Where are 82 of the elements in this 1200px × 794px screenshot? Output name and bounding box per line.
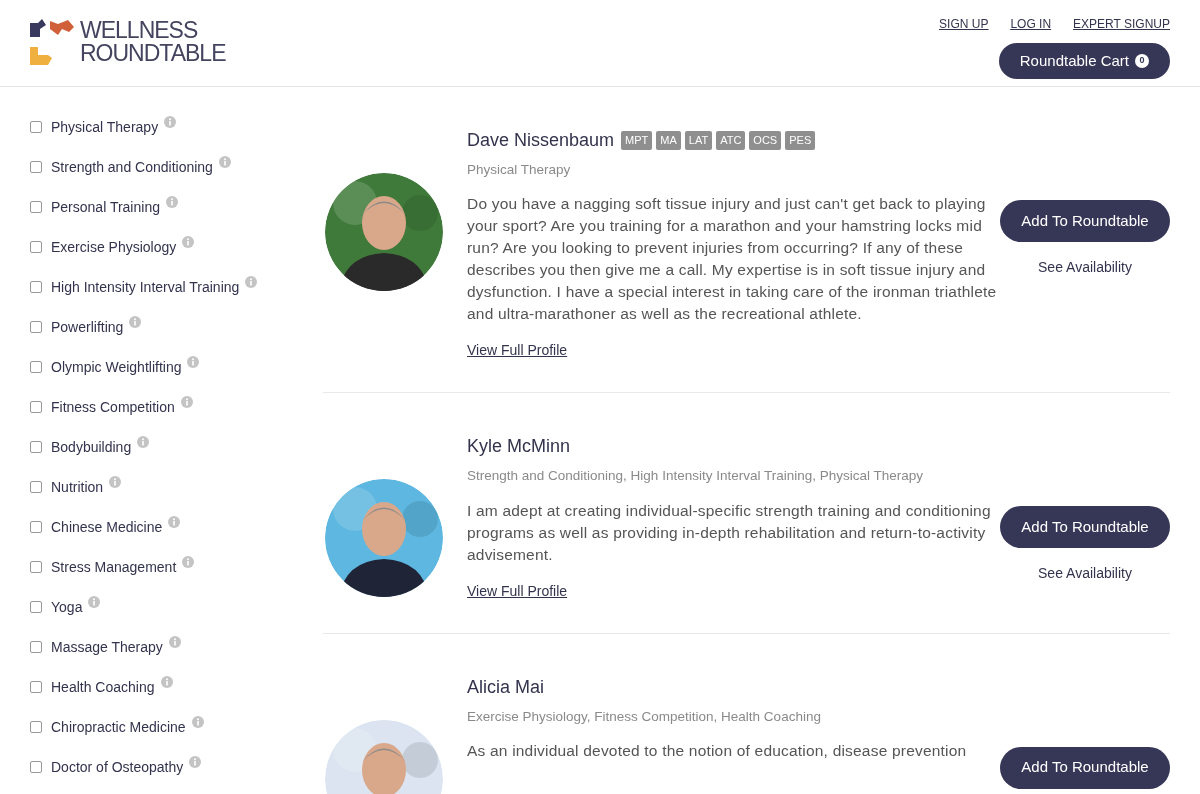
credential-tag: MA xyxy=(656,131,681,150)
expert-name[interactable]: Kyle McMinn xyxy=(467,433,571,461)
filter-checkbox[interactable] xyxy=(30,601,42,613)
filter-label[interactable]: Chiropractic Medicine xyxy=(51,716,186,738)
filter-label[interactable]: Exercise Physiology xyxy=(51,236,177,258)
specialties: Physical Therapy xyxy=(467,161,572,179)
logo-text: ROUNDTABLE xyxy=(80,42,226,65)
cart-button[interactable]: Roundtable Cart 0 xyxy=(998,43,1170,79)
nav-link[interactable]: SIGN UP xyxy=(939,15,989,33)
info-icon[interactable] xyxy=(160,676,173,688)
info-icon[interactable] xyxy=(164,116,177,128)
info-icon[interactable] xyxy=(191,716,204,728)
availability-link[interactable]: See Availability xyxy=(1038,257,1132,278)
filter-label[interactable]: Personal Training xyxy=(51,196,160,218)
credential-tag: MPT xyxy=(621,131,653,150)
filter-label[interactable]: High Intensity Interval Training xyxy=(51,276,240,298)
filter-checkbox[interactable] xyxy=(30,161,42,173)
availability-link[interactable]: See Availability xyxy=(1038,563,1132,585)
info-icon[interactable] xyxy=(182,556,195,568)
filter-label[interactable]: Stress Management xyxy=(51,556,177,578)
info-icon[interactable] xyxy=(182,236,195,248)
specialties: Strength and Conditioning, High Intensity Interval Training, Physical Therapy xyxy=(467,467,924,486)
add-button[interactable]: Add To Roundtable xyxy=(1000,200,1170,242)
info-icon[interactable] xyxy=(165,196,178,208)
expert-bio: As an individual devoted to the notion of education, disease prevention xyxy=(467,740,968,761)
filter-label[interactable]: Yoga xyxy=(51,596,83,618)
filter-label[interactable]: Strength and Conditioning xyxy=(51,156,213,178)
info-icon[interactable] xyxy=(137,436,150,448)
filter-checkbox[interactable] xyxy=(30,361,42,373)
info-icon[interactable] xyxy=(218,156,231,168)
credential-tag: ATC xyxy=(716,131,746,150)
add-button[interactable]: Add To Roundtable xyxy=(1000,746,1170,789)
expert-name[interactable]: Alicia Mai xyxy=(467,673,545,701)
filter-checkbox[interactable] xyxy=(30,241,42,253)
info-icon[interactable] xyxy=(187,356,200,368)
filter-checkbox[interactable] xyxy=(30,441,42,453)
filter-label[interactable]: Bodybuilding xyxy=(51,436,132,458)
info-icon[interactable] xyxy=(129,316,142,328)
filter-checkbox[interactable] xyxy=(30,281,42,293)
filter-label[interactable]: Olympic Weightlifting xyxy=(51,356,182,378)
filter-checkbox[interactable] xyxy=(30,761,42,773)
cart-count: 0 xyxy=(1135,54,1149,68)
filter-label[interactable]: Fitness Competition xyxy=(51,396,175,418)
info-icon[interactable] xyxy=(109,476,122,488)
expert-name[interactable]: Dave Nissenbaum xyxy=(467,127,615,154)
profile-link[interactable]: View Full Profile xyxy=(467,340,568,362)
filter-label[interactable]: Health Coaching xyxy=(51,676,155,698)
logo[interactable]: WELLNESS ROUNDTABLE xyxy=(30,18,226,66)
logo-text: WELLNESS xyxy=(80,19,199,42)
info-icon[interactable] xyxy=(88,596,101,608)
info-icon[interactable] xyxy=(168,636,181,648)
credential-tag: LAT xyxy=(684,131,713,150)
credential-tag: OCS xyxy=(749,131,782,150)
filter-label[interactable]: Doctor of Osteopathy xyxy=(51,756,184,778)
info-icon[interactable] xyxy=(245,276,258,288)
filter-label[interactable]: Powerlifting xyxy=(51,316,124,338)
filter-label[interactable]: Physical Therapy xyxy=(51,116,159,138)
filter-checkbox[interactable] xyxy=(30,401,42,413)
filter-checkbox[interactable] xyxy=(30,561,42,573)
info-icon[interactable] xyxy=(168,516,181,528)
filter-checkbox[interactable] xyxy=(30,521,42,533)
info-icon[interactable] xyxy=(189,756,202,768)
filter-checkbox[interactable] xyxy=(30,481,42,493)
nav-link[interactable]: LOG IN xyxy=(1010,15,1052,33)
credential-tag: PES xyxy=(785,131,816,150)
filter-label[interactable]: Massage Therapy xyxy=(51,636,163,658)
expert-bio: Do you have a nagging soft tissue injury and just can't get back to playing your sport? Are you training for a marathon and your hamstring locks mid run? Are you looking to prevent injuries from occurring? If any of these describes you then give me a call. My expertise is in soft tissue injury and dysfunction. I have a special interest in taking care of the ironman triathlete and ultra-marathoner as well as the recreational athlete. xyxy=(467,194,998,325)
filter-checkbox[interactable] xyxy=(30,721,42,733)
nav-link[interactable]: EXPERT SIGNUP xyxy=(1073,15,1170,33)
filter-checkbox[interactable] xyxy=(30,321,42,333)
specialties: Exercise Physiology, Fitness Competition, Health Coaching xyxy=(467,707,822,726)
filter-checkbox[interactable] xyxy=(30,201,42,213)
filter-checkbox[interactable] xyxy=(30,681,42,693)
profile-link[interactable]: View Full Profile xyxy=(467,580,568,602)
add-button[interactable]: Add To Roundtable xyxy=(1000,506,1170,549)
expert-bio: I am adept at creating individual-specific strength training and conditioning programs as well as providing in-depth rehabilitation and return-to-activity advisement. xyxy=(467,500,992,565)
filter-label[interactable]: Chinese Medicine xyxy=(51,516,163,538)
filter-label[interactable]: Nutrition xyxy=(51,476,104,498)
info-icon[interactable] xyxy=(180,396,193,408)
filter-checkbox[interactable] xyxy=(30,641,42,653)
filter-checkbox[interactable] xyxy=(30,121,42,133)
logo-icon xyxy=(30,19,76,65)
